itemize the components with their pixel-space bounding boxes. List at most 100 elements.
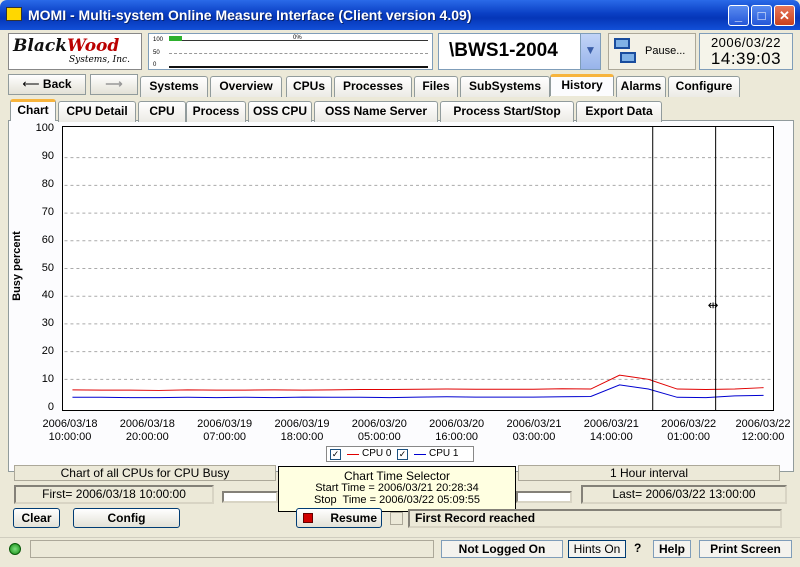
x-tick-date: 2006/03/22 (735, 418, 791, 430)
x-tick-label: 2006/03/20 16:00:00 (422, 418, 492, 444)
subtab-cpu-detail[interactable]: CPU Detail (58, 101, 136, 122)
mini-axis-50: 50 (153, 50, 160, 56)
x-tick-label: 2006/03/21 03:00:00 (499, 418, 569, 444)
stop-icon (303, 513, 313, 523)
chart-description: Chart of all CPUs for CPU Busy (14, 465, 276, 481)
cpu1-legend-line (414, 454, 426, 455)
tab-processes[interactable]: Processes (334, 76, 412, 97)
x-tick-date: 2006/03/19 (197, 418, 253, 430)
company-logo: BlackWood Systems, Inc. (8, 33, 142, 70)
resume-button[interactable]: Resume (296, 508, 382, 528)
tab-systems[interactable]: Systems (140, 76, 208, 97)
mini-busy-bar (169, 36, 182, 41)
y-tick-label: 30 (41, 317, 54, 330)
last-time-field: Last= 2006/03/22 13:00:00 (581, 485, 787, 504)
chart-legend: ✓ CPU 0 ✓ CPU 1 (326, 446, 474, 462)
clock-time: 14:39:03 (710, 49, 782, 68)
mini-busy-percent: 0% (293, 35, 302, 41)
forward-button[interactable]: ⟶ (90, 74, 138, 95)
logo-text-wood: Wood (66, 36, 120, 56)
x-tick-date: 2006/03/19 (274, 418, 330, 430)
y-tick-label: 90 (41, 149, 54, 162)
x-tick-time: 01:00:00 (667, 431, 711, 443)
x-tick-label: 2006/03/18 20:00:00 (112, 418, 182, 444)
y-tick-label: 40 (41, 289, 54, 302)
back-label: Back (42, 77, 72, 91)
subtab-chart[interactable]: Chart (10, 99, 56, 121)
tab-configure[interactable]: Configure (668, 76, 740, 97)
status-message-field (30, 540, 434, 558)
y-tick-label: 10 (41, 373, 54, 386)
back-arrow-icon: ⟵ (22, 77, 43, 91)
maximize-button[interactable]: □ (751, 5, 772, 26)
system-selector[interactable]: \BWS1-2004 ▼ (438, 33, 601, 70)
busy-chart-plot[interactable]: ⇹ (62, 126, 774, 411)
y-tick-label: 80 (41, 177, 54, 190)
minimize-button[interactable]: _ (728, 5, 749, 26)
x-tick-label: 2006/03/22 12:00:00 (728, 418, 798, 444)
series-line-cpu1 (72, 384, 764, 399)
subtab-process-start-stop[interactable]: Process Start/Stop (440, 101, 574, 122)
time-slider-left[interactable] (222, 491, 278, 503)
resize-cursor-icon: ⇹ (708, 299, 719, 314)
y-tick-label: 50 (41, 261, 54, 274)
mini-baseline (169, 66, 428, 68)
tooltip-start-time: Start Time = 2006/03/21 20:28:34 (315, 482, 479, 494)
subtab-process[interactable]: Process (186, 101, 246, 122)
subtab-oss-name-server[interactable]: OSS Name Server (314, 101, 438, 122)
not-logged-on-button[interactable]: Not Logged On (441, 540, 563, 558)
connection-status-icon (9, 543, 21, 555)
x-tick-date: 2006/03/21 (583, 418, 639, 430)
tab-overview[interactable]: Overview (210, 76, 282, 97)
subtab-cpu[interactable]: CPU (138, 101, 186, 122)
app-icon[interactable] (6, 7, 22, 21)
x-tick-date: 2006/03/20 (429, 418, 485, 430)
x-tick-label: 2006/03/19 18:00:00 (267, 418, 337, 444)
tab-files[interactable]: Files (414, 76, 458, 97)
tab-history[interactable]: History (550, 74, 614, 96)
time-selector-tooltip: Chart Time Selector Start Time = 2006/03… (278, 466, 516, 512)
first-record-status: First Record reached (408, 509, 782, 528)
chevron-down-icon[interactable]: ▼ (580, 34, 600, 69)
close-button[interactable]: ✕ (774, 5, 795, 26)
series-line-cpu0 (72, 374, 764, 391)
subtab-oss-cpu[interactable]: OSS CPU (248, 101, 312, 122)
x-tick-date: 2006/03/20 (351, 418, 407, 430)
x-tick-time: 20:00:00 (125, 431, 169, 443)
hints-on-button[interactable]: Hints On (568, 540, 626, 558)
x-tick-time: 03:00:00 (512, 431, 556, 443)
print-screen-button[interactable]: Print Screen (699, 540, 792, 558)
help-button[interactable]: Help (653, 540, 691, 558)
forward-arrow-icon: ⟶ (105, 77, 123, 91)
window-title: MOMI - Multi-system Online Measure Inter… (28, 7, 472, 23)
x-tick-time: 05:00:00 (357, 431, 401, 443)
title-bar[interactable]: MOMI - Multi-system Online Measure Inter… (0, 0, 800, 30)
mini-busy-chart: 100 50 0 0% (148, 33, 433, 70)
tab-alarms[interactable]: Alarms (616, 76, 666, 97)
cpu0-legend-label: CPU 0 (362, 448, 392, 459)
x-tick-label: 2006/03/18 10:00:00 (35, 418, 105, 444)
x-tick-time: 16:00:00 (435, 431, 479, 443)
mini-axis-100: 100 (153, 37, 164, 43)
time-slider-right[interactable] (516, 491, 572, 503)
cpu0-checkbox[interactable]: ✓ (330, 449, 341, 460)
pause-label: Pause... (645, 45, 686, 57)
x-tick-label: 2006/03/20 05:00:00 (344, 418, 414, 444)
first-record-checkbox[interactable] (390, 512, 403, 525)
back-button[interactable]: ⟵ Back (8, 74, 86, 95)
cpu0-legend-line (347, 454, 359, 455)
x-tick-time: 12:00:00 (741, 431, 785, 443)
tab-subsystems[interactable]: SubSystems (460, 76, 550, 97)
subtab-export-data[interactable]: Export Data (576, 101, 662, 122)
x-tick-date: 2006/03/22 (661, 418, 717, 430)
x-tick-time: 10:00:00 (48, 431, 92, 443)
tooltip-title: Chart Time Selector (343, 469, 451, 483)
clear-button[interactable]: Clear (13, 508, 60, 528)
pause-button[interactable]: Pause... (608, 33, 696, 70)
config-button[interactable]: Config (73, 508, 180, 528)
cpu1-checkbox[interactable]: ✓ (397, 449, 408, 460)
system-name: \BWS1-2004 (449, 40, 558, 61)
cpu1-legend-label: CPU 1 (429, 448, 459, 459)
tab-cpus[interactable]: CPUs (286, 76, 332, 97)
x-tick-label: 2006/03/19 07:00:00 (190, 418, 260, 444)
